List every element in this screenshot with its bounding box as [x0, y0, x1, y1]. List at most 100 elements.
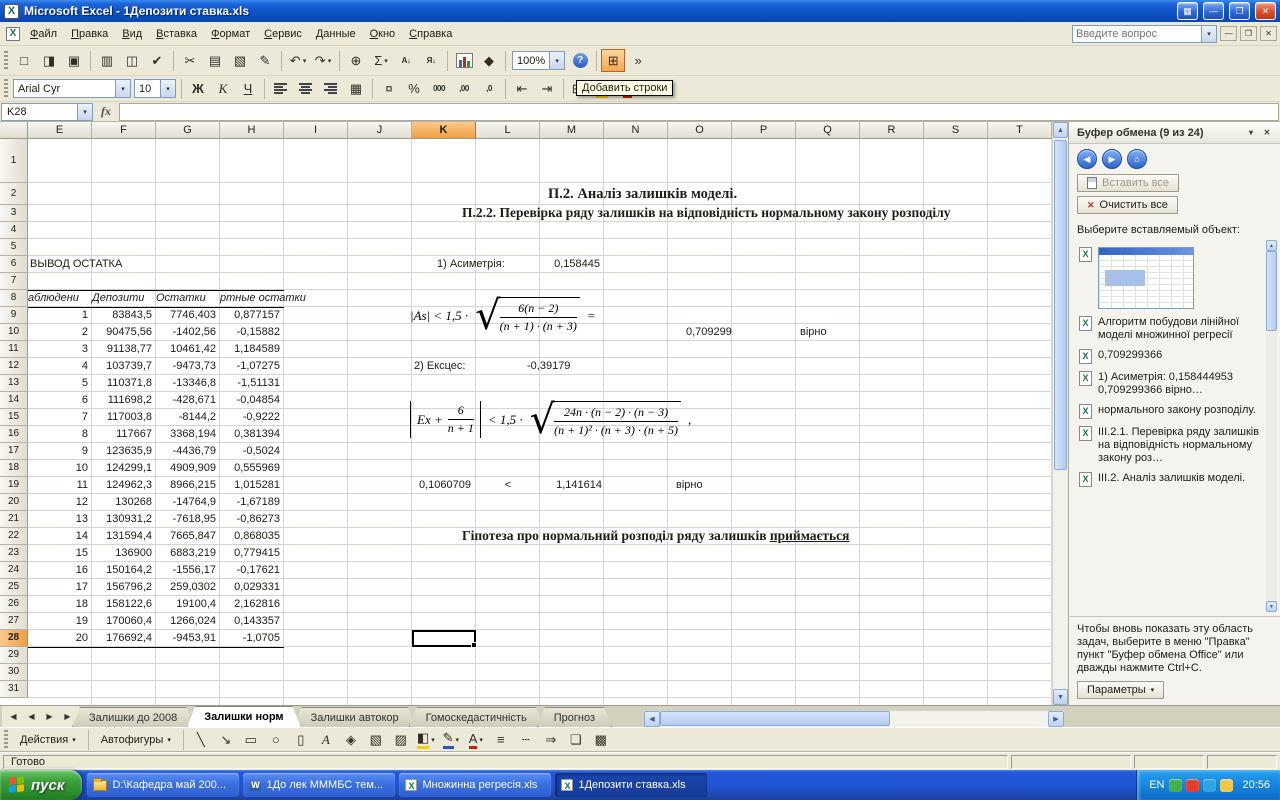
comma-style-button[interactable]: 000	[427, 77, 451, 100]
menu-Справка[interactable]: Справка	[402, 24, 459, 44]
percent-button[interactable]: %	[402, 77, 426, 100]
column-header-K[interactable]: K	[412, 122, 476, 139]
question-input[interactable]	[1073, 25, 1201, 42]
sheet-tab-2[interactable]: Залишки норм	[187, 706, 300, 727]
arrow-style-icon[interactable]: ⇒	[539, 728, 563, 751]
sheet-tab-5[interactable]: Прогноз	[537, 707, 612, 727]
column-header-P[interactable]: P	[732, 122, 796, 139]
language-indicator[interactable]: EN	[1149, 779, 1164, 791]
row-header-25[interactable]: 25	[0, 579, 28, 596]
close-icon[interactable]: ✕	[1259, 125, 1275, 141]
align-left-button[interactable]	[269, 77, 293, 100]
taskbar-task[interactable]: D:\Кафедра май 200...	[87, 773, 240, 797]
row-header-19[interactable]: 19	[0, 477, 28, 494]
clipboard-item[interactable]: X ІІІ.2.1. Перевірка ряду залишків на від…	[1079, 426, 1262, 465]
column-header-E[interactable]: E	[28, 122, 92, 139]
tray-icon-2[interactable]	[1186, 778, 1200, 792]
autoshapes-button[interactable]: Автофигуры ▾	[94, 732, 178, 748]
row-header-12[interactable]: 12	[0, 358, 28, 375]
column-header-S[interactable]: S	[924, 122, 988, 139]
task-pane-scroll-thumb[interactable]	[1266, 251, 1277, 331]
increase-decimal-button[interactable]: ,00	[452, 77, 476, 100]
format-painter-button[interactable]: ✎	[253, 49, 277, 72]
arrow-icon[interactable]: ↘	[214, 728, 238, 751]
row-header-20[interactable]: 20	[0, 494, 28, 511]
menu-Формат[interactable]: Формат	[204, 24, 257, 44]
insert-hyperlink-button[interactable]: ⊕	[344, 49, 368, 72]
help-button[interactable]: ?	[568, 49, 592, 72]
row-header-22[interactable]: 22	[0, 528, 28, 545]
options-button[interactable]: Параметры ▾	[1077, 681, 1165, 699]
row-header-28[interactable]: 28	[0, 630, 28, 647]
toolbar-grip[interactable]	[4, 78, 8, 99]
merge-center-button[interactable]: ▦	[344, 77, 368, 100]
column-header-Q[interactable]: Q	[796, 122, 860, 139]
workbook-restore-button[interactable]: ❐	[1240, 26, 1257, 41]
spelling-button[interactable]: ✔	[145, 49, 169, 72]
wordart-icon[interactable]: А	[314, 728, 338, 751]
picture-icon[interactable]: ▨	[389, 728, 413, 751]
task-pane-scroll-track[interactable]	[1266, 251, 1277, 601]
save-button[interactable]: ▣	[62, 49, 86, 72]
font-size-combo[interactable]: 10 ▾	[134, 79, 176, 98]
column-header-L[interactable]: L	[476, 122, 540, 139]
underline-button[interactable]: Ч	[236, 77, 260, 100]
paste-all-button[interactable]: Вставить все	[1077, 174, 1180, 192]
line-icon[interactable]: ╲	[189, 728, 213, 751]
scroll-left-button[interactable]: ◀	[644, 711, 660, 727]
row-header-15[interactable]: 15	[0, 409, 28, 426]
sheet-nav-prev[interactable]: ◀	[23, 708, 40, 725]
tray-icon-4[interactable]	[1220, 778, 1234, 792]
row-header-1[interactable]: 1	[0, 139, 28, 183]
clipboard-item[interactable]: X 1) Асиметрія: 0,158444953 0,709299366 в…	[1079, 371, 1262, 397]
chart-wizard-button[interactable]	[452, 49, 476, 72]
sheet-tab-4[interactable]: Гомоскедастичність	[409, 707, 544, 727]
column-header-F[interactable]: F	[92, 122, 156, 139]
row-header-8[interactable]: 8	[0, 290, 28, 307]
italic-button[interactable]: К	[211, 77, 235, 100]
scroll-up-button[interactable]: ▲	[1266, 240, 1277, 251]
print-preview-button[interactable]: ◫	[120, 49, 144, 72]
scroll-down-button[interactable]: ▼	[1266, 601, 1277, 612]
taskbar-task[interactable]: W 1До лек МММБС тем...	[243, 773, 396, 797]
horizontal-scroll-track[interactable]	[660, 711, 1048, 727]
sheet-nav-last[interactable]: ▶	[59, 708, 76, 725]
formula-input[interactable]	[119, 102, 1279, 121]
row-header-18[interactable]: 18	[0, 460, 28, 477]
toolbar-grip[interactable]	[4, 50, 8, 71]
row-header-24[interactable]: 24	[0, 562, 28, 579]
sheet-tab-3[interactable]: Залишки автокор	[294, 707, 416, 727]
align-center-button[interactable]	[294, 77, 318, 100]
home-icon[interactable]: ⌂	[1127, 149, 1147, 169]
row-header-17[interactable]: 17	[0, 443, 28, 460]
chevron-down-icon[interactable]: ▾	[1243, 125, 1259, 141]
chevron-down-icon[interactable]: ▾	[115, 80, 130, 97]
row-header-3[interactable]: 3	[0, 205, 28, 222]
shadow-icon[interactable]: ❏	[564, 728, 588, 751]
redo-button[interactable]: ↷ ▾	[311, 49, 335, 72]
decrease-decimal-button[interactable]: ,0	[477, 77, 501, 100]
task-pane-scrollbar[interactable]: ▲ ▼	[1266, 240, 1277, 612]
scroll-down-button[interactable]: ▼	[1053, 689, 1068, 705]
insert-function-button[interactable]: fx	[93, 103, 119, 121]
decrease-indent-button[interactable]: ⇤	[510, 77, 534, 100]
clipboard-item[interactable]: X Алгоритм побудови лінійної моделі множи…	[1079, 316, 1262, 342]
row-header-29[interactable]: 29	[0, 647, 28, 664]
close-button[interactable]: ✕	[1255, 2, 1276, 20]
forward-icon[interactable]: ▶	[1102, 149, 1122, 169]
scroll-up-button[interactable]: ▲	[1053, 122, 1068, 138]
cut-button[interactable]: ✂	[178, 49, 202, 72]
rectangle-icon[interactable]: ▭	[239, 728, 263, 751]
column-header-G[interactable]: G	[156, 122, 220, 139]
row-header-21[interactable]: 21	[0, 511, 28, 528]
row-header-27[interactable]: 27	[0, 613, 28, 630]
taskbar-task[interactable]: X Множинна регресія.xls	[399, 773, 552, 797]
clipboard-item[interactable]: Xнормального закону розподілу.	[1079, 404, 1262, 419]
workbook-close-button[interactable]: ✕	[1260, 26, 1277, 41]
open-button[interactable]: ◨	[37, 49, 61, 72]
row-header-10[interactable]: 10	[0, 324, 28, 341]
toolbar-grip[interactable]	[4, 729, 8, 750]
vertical-scroll-track[interactable]	[1053, 138, 1068, 689]
drawing-button[interactable]: ◆	[477, 49, 501, 72]
row-header-26[interactable]: 26	[0, 596, 28, 613]
